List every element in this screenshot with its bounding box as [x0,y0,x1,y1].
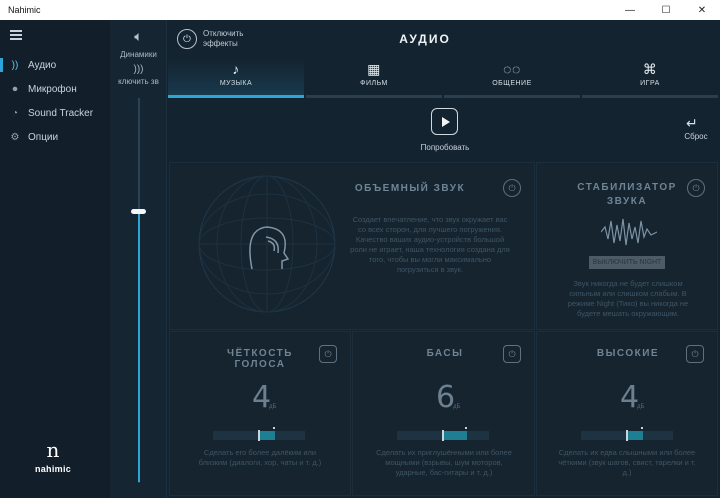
volume-slider-handle[interactable] [131,209,146,214]
tracker-icon: ◔ [11,107,19,119]
treble-power-toggle[interactable]: ⏻ [686,345,704,363]
maximize-button[interactable]: ☐ [650,0,682,20]
tab-label: МУЗЫКА [219,80,253,87]
hamburger-menu-icon[interactable] [10,30,22,40]
play-icon [441,116,450,127]
stabilizer-title: СТАБИЛИЗАТОР ЗВУКА [577,182,677,207]
sidebar: )) Аудио ⏺ Микрофон ◔ Sound Tracker ⚙ Оп… [0,20,110,498]
bass-unit: дБ [453,404,461,410]
profile-tabs: ♪ МУЗЫКА ▦ ФИЛЬМ ◌◌ ОБЩЕНИЕ ⌘ ИГРА [168,58,720,98]
volume-slider-fill [138,212,140,482]
voice-clarity-unit: дБ [269,404,277,410]
voice-clarity-slider[interactable] [213,427,305,441]
tab-movie[interactable]: ▦ ФИЛЬМ [306,58,442,98]
gear-icon: ⚙ [10,131,20,143]
bass-description: Сделать их приглушёнными или более мощны… [376,448,512,477]
tab-label: ФИЛЬМ [360,80,388,87]
sidebar-item-label: Sound Tracker [28,107,94,119]
slider-tick [465,427,467,429]
voice-clarity-description: Сделать его более далёким или близким (д… [198,448,322,467]
voice-clarity-title: ЧЁТКОСТЬ ГОЛОСА [227,348,293,370]
window-title: Nahimic [8,5,41,15]
treble-slider[interactable] [581,427,673,441]
voice-clarity-power-toggle[interactable]: ⏻ [319,345,337,363]
reset-label[interactable]: Сброс [676,132,716,141]
slider-fill [443,431,467,440]
surround-sphere-graphic [198,175,336,313]
slider-handle[interactable] [626,430,628,441]
treble-title: ВЫСОКИЕ [596,348,660,359]
music-note-icon: ♪ [232,61,240,77]
treble-description: Сделать их едва слышными или более чётки… [558,448,696,477]
sidebar-item-sound-tracker[interactable]: ◔ Sound Tracker [0,103,110,123]
waveform-icon [601,218,657,246]
sidebar-item-label: Опции [28,131,59,143]
surround-panel: ОБЪЕМНЫЙ ЗВУК ⏻ Создает впечатление, что… [169,162,535,330]
sidebar-item-audio[interactable]: )) Аудио [0,55,110,75]
sidebar-item-label: Микрофон [28,83,77,95]
logo-mark: n [46,438,60,462]
microphone-icon: ⏺ [12,83,18,95]
sidebar-item-label: Аудио [28,59,57,71]
treble-unit: дБ [637,404,645,410]
slider-fill [259,431,275,440]
minimize-button[interactable]: — [614,0,646,20]
bass-power-toggle[interactable]: ⏻ [503,345,521,363]
reset-arrow-icon[interactable]: ↵ [686,115,698,132]
logo-word: nahimic [34,464,72,474]
tab-game[interactable]: ⌘ ИГРА [582,58,718,98]
window-titlebar: Nahimic — ☐ ✕ [0,0,720,20]
sidebar-item-options[interactable]: ⚙ Опции [0,127,110,147]
speaker-waves-icon: )) [11,59,19,71]
effects-sound-label: ключить зв [118,77,159,86]
clapperboard-icon: ▦ [367,61,381,77]
effects-toggle-label: Отключить эффекты [203,29,244,48]
slider-fill [627,431,643,440]
nahimic-logo: n nahimic [28,438,78,484]
speaker-icon[interactable]: 🔈︎ [110,28,167,45]
sidebar-item-microphone[interactable]: ⏺ Микрофон [0,79,110,99]
try-label: Попробовать [420,143,470,152]
close-button[interactable]: ✕ [686,0,718,20]
stabilizer-description: Звук никогда не будет слишком сильным ил… [567,279,689,318]
surround-title: ОБЪЕМНЫЙ ЗВУК [354,183,466,194]
try-play-button[interactable] [431,108,458,135]
bass-title: БАСЫ [426,348,464,359]
bass-slider[interactable] [397,427,489,441]
slider-tick [273,427,275,429]
tab-communication[interactable]: ◌◌ ОБЩЕНИЕ [444,58,580,98]
surround-description: Создает впечатление, что звук окружает в… [350,215,510,274]
page-title: АУДИО [399,32,451,46]
effects-power-toggle[interactable]: ⏻ [177,29,197,49]
tab-label: ИГРА [640,80,660,87]
tab-music[interactable]: ♪ МУЗЫКА [168,58,304,98]
slider-tick [641,427,643,429]
gamepad-icon: ⌘ [642,61,658,77]
tab-label: ОБЩЕНИЕ [492,80,532,87]
effects-sound-icon[interactable]: ))) [110,64,167,75]
night-mode-off-button[interactable]: ВЫКЛЮЧИТЬ NIGHT [589,256,665,269]
chat-bubbles-icon: ◌◌ [503,61,521,77]
stabilizer-power-toggle[interactable]: ⏻ [687,179,705,197]
surround-power-toggle[interactable]: ⏻ [503,179,521,197]
slider-handle[interactable] [442,430,444,441]
slider-handle[interactable] [258,430,260,441]
speakers-label: Динамики [120,50,157,59]
